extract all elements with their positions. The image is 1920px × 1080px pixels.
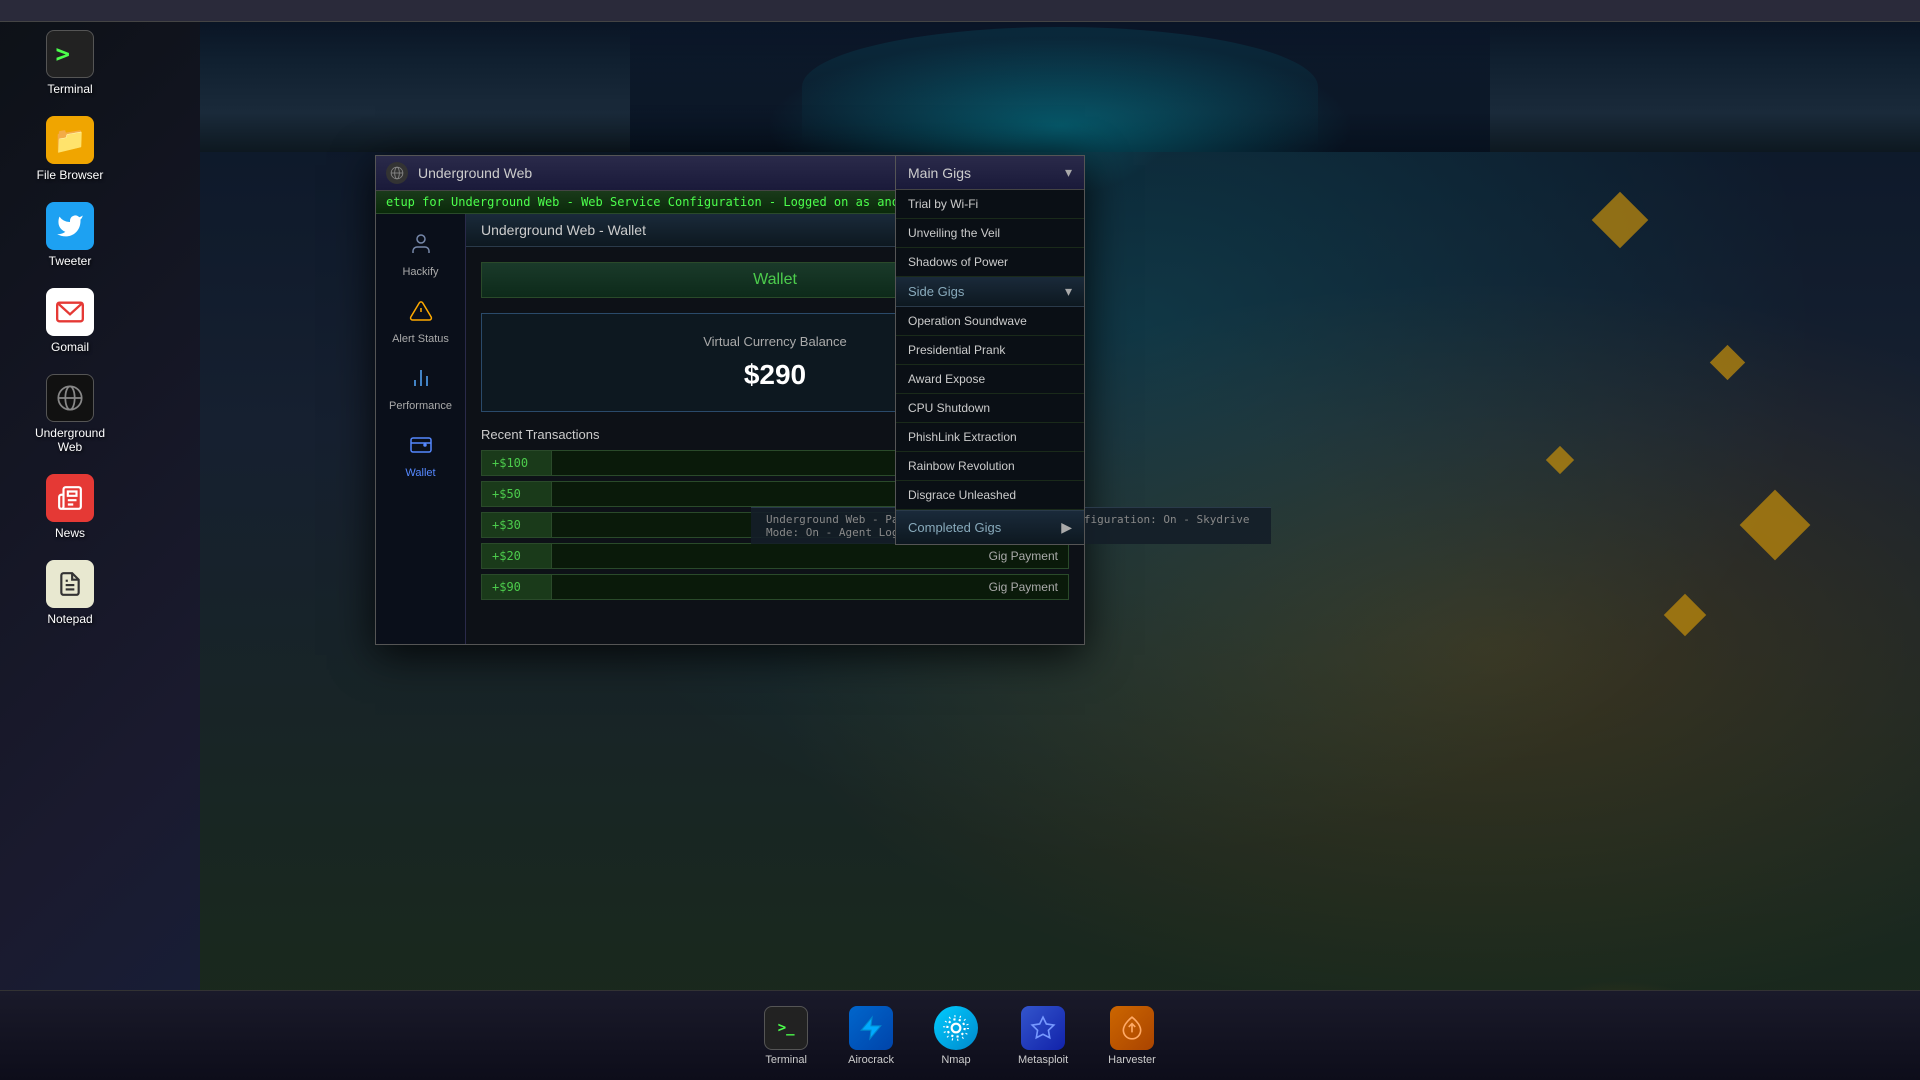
tweeter-icon: [46, 202, 94, 250]
desktop-icon-notepad[interactable]: Notepad: [30, 560, 110, 626]
tx-amount: +$30: [482, 513, 552, 537]
taskbar-label-nmap: Nmap: [941, 1054, 970, 1066]
sidebar-item-performance[interactable]: Performance: [381, 358, 461, 420]
taskbar-items: >_ Terminal Airocrack Nmap Metasploit Ha…: [754, 1001, 1166, 1071]
taskbar-item-airocrack[interactable]: Airocrack: [838, 1001, 904, 1071]
notepad-icon: [46, 560, 94, 608]
gig-item-trial-wifi[interactable]: Trial by Wi-Fi: [896, 190, 1084, 219]
desktop-icon-underground[interactable]: Underground Web: [30, 374, 110, 454]
gomail-icon: [46, 288, 94, 336]
desktop-icon-list: > Terminal 📁 File Browser Tweeter Gomail…: [30, 30, 110, 626]
notepad-label: Notepad: [47, 612, 92, 626]
news-icon: [46, 474, 94, 522]
desktop-icon-filebrowser[interactable]: 📁 File Browser: [30, 116, 110, 182]
taskbar-item-metasploit[interactable]: Metasploit: [1008, 1001, 1078, 1071]
gig-item-award-expose[interactable]: Award Expose: [896, 365, 1084, 394]
tweeter-label: Tweeter: [49, 254, 92, 268]
tx-amount: +$20: [482, 544, 552, 568]
alert-icon: [409, 299, 433, 329]
underground-label: Underground Web: [30, 426, 110, 454]
performance-label: Performance: [389, 400, 452, 412]
taskbar-label-airocrack: Airocrack: [848, 1054, 894, 1066]
filebrowser-icon: 📁: [46, 116, 94, 164]
gig-item-shadows-power[interactable]: Shadows of Power: [896, 248, 1084, 277]
wallet-icon: [409, 433, 433, 463]
gig-item-operation-soundwave[interactable]: Operation Soundwave: [896, 307, 1084, 336]
taskbar-label-harvester: Harvester: [1108, 1054, 1156, 1066]
completed-gigs-chevron: [1061, 519, 1072, 536]
hackify-label: Hackify: [402, 266, 438, 278]
tx-amount: +$100: [482, 451, 552, 475]
taskbar-item-terminal[interactable]: >_ Terminal: [754, 1001, 818, 1071]
tx-amount: +$50: [482, 482, 552, 506]
sidebar-item-hackify[interactable]: Hackify: [381, 224, 461, 286]
taskbar-item-nmap[interactable]: Nmap: [924, 1001, 988, 1071]
alert-label: Alert Status: [392, 333, 449, 345]
tx-description: Gig Payment: [552, 544, 1068, 568]
wallet-label: Wallet: [405, 467, 435, 479]
side-gigs-list: Operation SoundwavePresidential PrankAwa…: [896, 307, 1084, 510]
gig-item-cpu-shutdown[interactable]: CPU Shutdown: [896, 394, 1084, 423]
news-label: News: [55, 526, 85, 540]
gig-item-disgrace-unleashed[interactable]: Disgrace Unleashed: [896, 481, 1084, 510]
gomail-label: Gomail: [51, 340, 89, 354]
terminal-icon: >: [46, 30, 94, 78]
taskbar-label-metasploit: Metasploit: [1018, 1054, 1068, 1066]
main-gigs-chevron: [1065, 164, 1072, 181]
performance-icon: [409, 366, 433, 396]
desktop-icon-news[interactable]: News: [30, 474, 110, 540]
sidebar-item-wallet[interactable]: Wallet: [381, 425, 461, 487]
taskbar: >_ Terminal Airocrack Nmap Metasploit Ha…: [0, 990, 1920, 1080]
sidebar: Hackify Alert Status Performance Wallet: [376, 214, 466, 644]
completed-gigs-header[interactable]: Completed Gigs: [896, 510, 1084, 544]
tx-description: Gig Payment: [552, 575, 1068, 599]
desktop-icon-tweeter[interactable]: Tweeter: [30, 202, 110, 268]
taskbar-item-harvester[interactable]: Harvester: [1098, 1001, 1166, 1071]
desktop-icon-terminal[interactable]: > Terminal: [30, 30, 110, 96]
gig-item-rainbow-revolution[interactable]: Rainbow Revolution: [896, 452, 1084, 481]
underground-icon: [46, 374, 94, 422]
side-gigs-header[interactable]: Side Gigs: [896, 277, 1084, 307]
main-gigs-header[interactable]: Main Gigs: [896, 156, 1084, 190]
tx-amount: +$90: [482, 575, 552, 599]
gig-item-phishlink[interactable]: PhishLink Extraction: [896, 423, 1084, 452]
window-app-icon: [386, 162, 408, 184]
transaction-row: +$90 Gig Payment: [481, 574, 1069, 600]
gig-item-presidential-prank[interactable]: Presidential Prank: [896, 336, 1084, 365]
terminal-label: Terminal: [47, 82, 92, 96]
desktop-icon-gomail[interactable]: Gomail: [30, 288, 110, 354]
system-topbar: [0, 0, 1920, 22]
portrait-area: [200, 22, 1920, 152]
gig-item-unveiling-veil[interactable]: Unveiling the Veil: [896, 219, 1084, 248]
main-gigs-list: Trial by Wi-FiUnveiling the VeilShadows …: [896, 190, 1084, 277]
sidebar-item-alert[interactable]: Alert Status: [381, 291, 461, 353]
transaction-row: +$20 Gig Payment: [481, 543, 1069, 569]
hackify-icon: [409, 232, 433, 262]
side-gigs-chevron: [1065, 283, 1072, 300]
gigs-panel: Main Gigs Trial by Wi-FiUnveiling the Ve…: [895, 155, 1085, 545]
filebrowser-label: File Browser: [37, 168, 104, 182]
taskbar-label-terminal: Terminal: [765, 1054, 807, 1066]
